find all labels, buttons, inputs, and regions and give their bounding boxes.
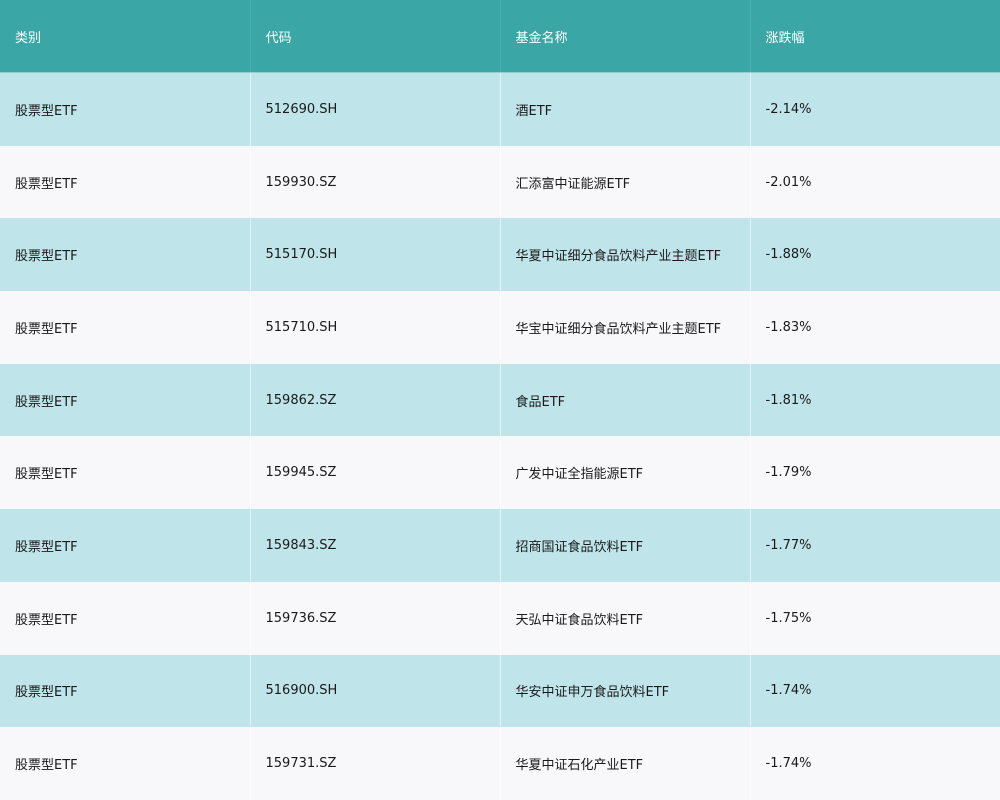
cell-category: 股票型ETF <box>0 72 251 146</box>
table-row[interactable]: 股票型ETF 512690.SH 酒ETF -2.14% <box>0 72 1000 146</box>
cell-change: -1.79% <box>750 436 1000 510</box>
cell-change: -1.75% <box>750 581 1000 655</box>
table-row[interactable]: 股票型ETF 159843.SZ 招商国证食品饮料ETF -1.77% <box>0 509 1000 582</box>
table-body: 股票型ETF 512690.SH 酒ETF -2.14% 股票型ETF 1599… <box>0 72 1000 800</box>
table-row[interactable]: 股票型ETF 159945.SZ 广发中证全指能源ETF -1.79% <box>0 436 1000 510</box>
cell-category: 股票型ETF <box>0 581 251 655</box>
table-row[interactable]: 股票型ETF 159930.SZ 汇添富中证能源ETF -2.01% <box>0 145 1000 219</box>
header-change[interactable]: 涨跌幅 <box>750 0 1000 73</box>
cell-fund-name: 华安中证申万食品饮料ETF <box>500 654 751 728</box>
cell-change: -1.77% <box>750 509 1000 582</box>
cell-code: 515170.SH <box>250 218 501 292</box>
cell-fund-name: 招商国证食品饮料ETF <box>500 509 751 582</box>
cell-code: 159862.SZ <box>250 363 501 437</box>
cell-category: 股票型ETF <box>0 291 251 364</box>
table-row[interactable]: 股票型ETF 515170.SH 华夏中证细分食品饮料产业主题ETF -1.88… <box>0 218 1000 292</box>
cell-change: -2.01% <box>750 145 1000 219</box>
cell-change: -1.81% <box>750 363 1000 437</box>
header-row: 类别 代码 基金名称 涨跌幅 <box>0 0 1000 73</box>
header-code[interactable]: 代码 <box>250 0 501 73</box>
cell-category: 股票型ETF <box>0 654 251 728</box>
cell-category: 股票型ETF <box>0 436 251 510</box>
cell-code: 515710.SH <box>250 291 501 364</box>
cell-category: 股票型ETF <box>0 509 251 582</box>
table-row[interactable]: 股票型ETF 515710.SH 华宝中证细分食品饮料产业主题ETF -1.83… <box>0 291 1000 364</box>
cell-code: 159843.SZ <box>250 509 501 582</box>
cell-code: 159945.SZ <box>250 436 501 510</box>
cell-fund-name: 天弘中证食品饮料ETF <box>500 581 751 655</box>
table-row[interactable]: 股票型ETF 159862.SZ 食品ETF -1.81% <box>0 363 1000 437</box>
table-row[interactable]: 股票型ETF 516900.SH 华安中证申万食品饮料ETF -1.74% <box>0 654 1000 728</box>
etf-table: 类别 代码 基金名称 涨跌幅 股票型ETF 512690.SH 酒ETF -2.… <box>0 0 1000 800</box>
cell-category: 股票型ETF <box>0 145 251 219</box>
cell-change: -2.14% <box>750 72 1000 146</box>
cell-fund-name: 广发中证全指能源ETF <box>500 436 751 510</box>
cell-code: 512690.SH <box>250 72 501 146</box>
cell-code: 159930.SZ <box>250 145 501 219</box>
cell-code: 516900.SH <box>250 654 501 728</box>
cell-code: 159731.SZ <box>250 727 501 800</box>
table-header: 类别 代码 基金名称 涨跌幅 <box>0 0 1000 73</box>
header-category[interactable]: 类别 <box>0 0 251 73</box>
cell-fund-name: 汇添富中证能源ETF <box>500 145 751 219</box>
cell-fund-name: 食品ETF <box>500 363 751 437</box>
cell-category: 股票型ETF <box>0 363 251 437</box>
cell-fund-name: 华夏中证细分食品饮料产业主题ETF <box>500 218 751 292</box>
cell-category: 股票型ETF <box>0 218 251 292</box>
cell-change: -1.74% <box>750 654 1000 728</box>
table-row[interactable]: 股票型ETF 159731.SZ 华夏中证石化产业ETF -1.74% <box>0 727 1000 800</box>
table-row[interactable]: 股票型ETF 159736.SZ 天弘中证食品饮料ETF -1.75% <box>0 581 1000 655</box>
cell-change: -1.83% <box>750 291 1000 364</box>
cell-change: -1.88% <box>750 218 1000 292</box>
cell-change: -1.74% <box>750 727 1000 800</box>
cell-code: 159736.SZ <box>250 581 501 655</box>
header-fund-name[interactable]: 基金名称 <box>500 0 751 73</box>
cell-fund-name: 华夏中证石化产业ETF <box>500 727 751 800</box>
cell-fund-name: 华宝中证细分食品饮料产业主题ETF <box>500 291 751 364</box>
cell-category: 股票型ETF <box>0 727 251 800</box>
cell-fund-name: 酒ETF <box>500 72 751 146</box>
